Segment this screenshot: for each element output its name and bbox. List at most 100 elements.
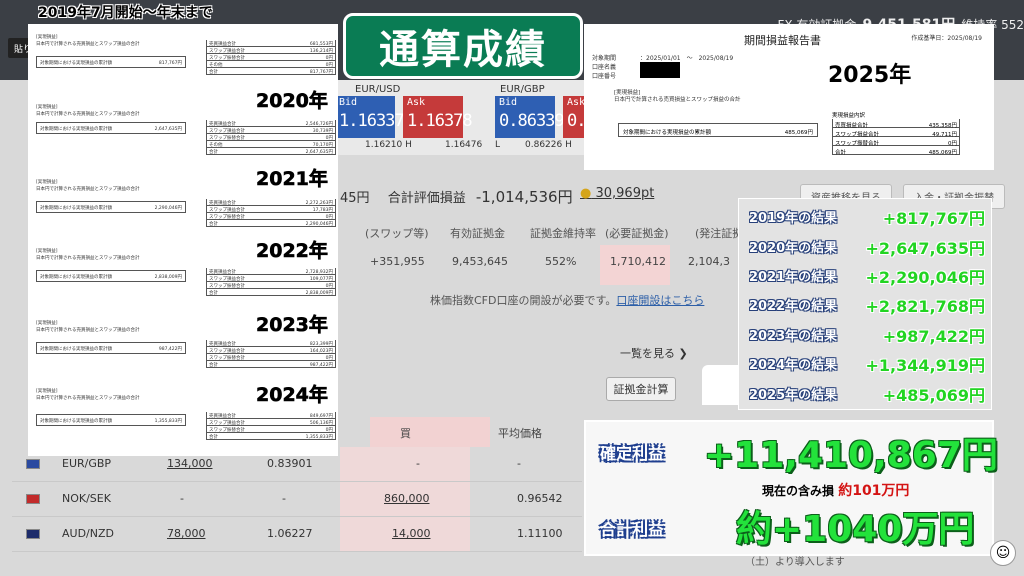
col-equity: 有効証拠金 (450, 227, 505, 240)
total-box: 対象期間における実現損益の累計額 817,767円 (36, 56, 186, 68)
ask-price: 1.16378 (407, 111, 473, 131)
eval-prefix: 45円 (340, 191, 370, 206)
cfd-notice: 株価指数CFD口座の開設が必要です。口座開設はこちら (430, 292, 704, 308)
pair-label-eurgbp[interactable]: EUR/GBP (500, 84, 545, 95)
position-table: EUR/GBP 134,000 0.83901 - - NOK/SEK - - … (12, 447, 582, 552)
col-order-margin: (発注証拠 (695, 227, 744, 240)
total-value: 817,767円 (158, 61, 182, 66)
bid-label: Bid (499, 97, 518, 108)
bid-price: 0.86339 (499, 111, 565, 131)
col-swap: (スワップ等) (365, 227, 429, 240)
bid-button-eurgbp[interactable]: Bid 0.86339 (495, 96, 565, 138)
result-row: 2020年の結果 +2,647,635円 (749, 239, 985, 258)
val-swap: +351,955 (370, 255, 425, 268)
report-title: 期間損益報告書 (744, 34, 821, 47)
row-buy-avg: 1.11100 (517, 527, 563, 540)
bid-label: Bid (339, 97, 358, 108)
period-report-document: 期間損益報告書 作成基準日：2025/08/19 対象期間 ：2025/01/01… (584, 24, 994, 170)
section-heading: [実現損益] (36, 35, 58, 40)
flag-icon (26, 459, 40, 469)
total-label: 対象期間における実現損益の累計額 (40, 61, 112, 66)
bid-price: 1.16337 (339, 111, 405, 131)
row-buy-avg: - (517, 457, 521, 470)
low-eurgbp: 0.86226 H (525, 140, 572, 150)
val-margin-ratio: 552% (545, 255, 577, 268)
col-required-margin: (必要証拠金) (605, 227, 669, 240)
margin-header-row: (スワップ等) 有効証拠金 証拠金維持率 (必要証拠金) (発注証拠 (340, 225, 744, 247)
row-buy-qty[interactable]: 14,000 (392, 527, 431, 540)
ask-button-eurusd[interactable]: Ask 1.16378 (403, 96, 473, 138)
row-buy-avg: 0.96542 (517, 492, 563, 505)
report-meta: 対象期間 ：2025/01/01 ～ 2025/08/19 口座名義 口座番号 (592, 55, 734, 80)
row-buy-qty[interactable]: 860,000 (384, 492, 430, 505)
coin-icon: ● (580, 186, 592, 201)
val-equity: 9,453,645 (452, 255, 508, 268)
result-row: 2025年の結果 +485,069円 (749, 386, 985, 405)
report-date: 作成基準日：2025/08/19 (911, 35, 982, 42)
val-order-margin: 2,104,3 (688, 255, 730, 268)
result-row: 2019年の結果 +817,767円 (749, 209, 985, 228)
mascot-icon: ☺ (990, 540, 1016, 566)
col-margin-ratio: 証拠金維持率 (530, 227, 596, 240)
bid-button-eurusd[interactable]: Bid 1.16337 (335, 96, 405, 138)
confirmed-profit-label: 確定利益 (600, 444, 665, 463)
row-sell-avg: - (282, 492, 286, 505)
breakdown-table: 売買損益合計 681,553円 スワップ損益合計 136,214円 スワップ振替合計… (206, 34, 336, 75)
year-label-2023: 2023年 (256, 314, 328, 337)
ask-label: Ask (567, 97, 586, 108)
low-eurgbp-label: L (495, 140, 501, 150)
section-subheading: 日本円で計算される売買損益とスワップ損益の合計 (36, 42, 140, 47)
side-panel-corner (702, 365, 742, 405)
row-sell-qty[interactable]: 134,000 (167, 457, 213, 470)
low-high-eurusd: 1.16210 H (365, 140, 412, 150)
row-pair: EUR/GBP (62, 457, 112, 470)
total-box: 対象期間における実現損益の累計額 485,069円 (618, 123, 818, 137)
result-row: 2023年の結果 +987,422円 (749, 327, 985, 346)
pair-label-eurusd[interactable]: EUR/USD (355, 84, 400, 95)
eval-value: -1,014,536円 (475, 188, 573, 206)
unrealized-loss: 現在の含み損 約101万円 (762, 483, 910, 499)
see-all-link[interactable]: 一覧を見る ❯ (620, 345, 688, 361)
total-profit-value: 約+1040万円 (736, 509, 975, 550)
table-row[interactable]: NOK/SEK - - 860,000 0.96542 (12, 482, 582, 517)
year-label-2021: 2021年 (256, 168, 328, 191)
quote-strip: EUR/USD EUR/GBP Bid 1.16337 Ask 1.16378 … (335, 80, 605, 155)
val-required-margin: 1,710,412 (610, 255, 666, 268)
table-row[interactable]: AUD/NZD 78,000 1.06227 14,000 1.11100 (12, 517, 582, 552)
open-account-link[interactable]: 口座開設はこちら (616, 294, 704, 307)
ask-button-eurgbp[interactable]: Ask 0.86 (563, 96, 605, 138)
year-label-2025: 2025年 (828, 63, 912, 88)
summary-panel: 確定利益 +11,410,867円 現在の含み損 約101万円 合計利益 約+1… (584, 420, 998, 556)
title-badge-text: 通算成績 (379, 27, 547, 73)
col-buy: 買 (400, 427, 411, 440)
title-badge: 通算成績 (343, 13, 583, 79)
start-period-label: 2019年7月開始～年末まで (38, 5, 213, 21)
flag-icon (26, 529, 40, 539)
buy-header-highlight (370, 417, 490, 447)
ask-label: Ask (407, 97, 426, 108)
row-sell-qty[interactable]: 78,000 (167, 527, 206, 540)
row-pair: AUD/NZD (62, 527, 114, 540)
row-sell-avg: 0.83901 (267, 457, 313, 470)
year-label-2024: 2024年 (256, 384, 328, 407)
points-value: 30,969pt (595, 186, 655, 201)
year-label-2020: 2020年 (256, 90, 328, 113)
result-row: 2024年の結果 +1,344,919円 (749, 356, 985, 375)
evaluation-row: 45円 合計評価損益 -1,014,536円 (340, 186, 573, 207)
high-eurusd: 1.16476 (445, 140, 483, 150)
total-profit-label: 合計利益 (600, 520, 665, 539)
notice-text: 株価指数CFD口座の開設が必要です。 (430, 294, 617, 307)
margin-calc-button[interactable]: 証拠金計算 (606, 377, 676, 401)
row-pair: NOK/SEK (62, 492, 111, 505)
row-buy-qty: - (416, 457, 420, 470)
flag-icon (26, 494, 40, 504)
points-link[interactable]: ● 30,969pt (580, 186, 654, 201)
eval-label: 合計評価損益 (387, 191, 466, 206)
yearly-results-panel: 2019年の結果 +817,767円 2020年の結果 +2,647,635円 20… (738, 198, 992, 410)
margin-value-row: +351,955 9,453,645 552% 1,710,412 2,104,… (340, 255, 740, 277)
result-row: 2022年の結果 +2,821,768円 (749, 297, 985, 316)
row-sell-qty: - (180, 492, 184, 505)
row-sell-avg: 1.06227 (267, 527, 313, 540)
year-label-2022: 2022年 (256, 240, 328, 263)
col-avg-price: 平均価格 (498, 427, 542, 440)
